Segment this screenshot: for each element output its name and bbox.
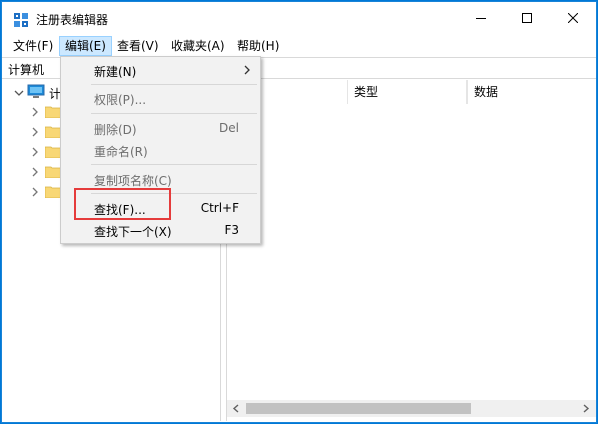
maximize-button[interactable]: [504, 2, 550, 34]
close-button[interactable]: [550, 2, 596, 34]
chevron-right-icon[interactable]: [30, 166, 40, 178]
chevron-right-icon: [583, 404, 590, 413]
chevron-right-icon[interactable]: [30, 126, 40, 138]
menu-edit[interactable]: 编辑(E): [59, 36, 112, 56]
menu-item-permissions: 权限(P)...: [61, 87, 260, 109]
menu-item-new[interactable]: 新建(N): [61, 59, 260, 81]
scroll-left-button[interactable]: [229, 402, 243, 415]
computer-icon: [27, 84, 45, 98]
address-path: 计算机: [8, 63, 45, 77]
menu-separator: [91, 113, 257, 114]
menu-item-shortcut: F3: [224, 223, 239, 237]
scrollbar-thumb[interactable]: [246, 403, 471, 414]
chevron-right-icon[interactable]: [30, 106, 40, 118]
folder-icon: [45, 126, 61, 138]
chevron-right-icon[interactable]: [30, 186, 40, 198]
menu-item-label: 权限(P)...: [94, 93, 147, 107]
chevron-right-icon[interactable]: [30, 146, 40, 158]
find-highlight-annotation: [74, 188, 171, 220]
menu-item-label: 删除(D): [94, 123, 137, 137]
registry-editor-window: 注册表编辑器 文件(F) 编辑(E) 查看(V) 收藏夹(A) 帮助(H) 计算…: [1, 1, 597, 423]
folder-icon: [45, 106, 61, 118]
registry-editor-icon: [14, 13, 28, 27]
menu-item-shortcut: Del: [219, 121, 239, 135]
menu-item-copy-key-name: 复制项名称(C): [61, 168, 260, 190]
close-icon: [568, 13, 578, 23]
window-title: 注册表编辑器: [36, 13, 109, 27]
menu-item-label: 新建(N): [94, 65, 137, 79]
folder-icon: [45, 166, 61, 178]
menu-bar: 文件(F) 编辑(E) 查看(V) 收藏夹(A) 帮助(H): [2, 36, 596, 56]
folder-icon: [45, 146, 61, 158]
column-header-type[interactable]: 类型: [347, 80, 467, 104]
menu-favorites[interactable]: 收藏夹(A): [166, 36, 230, 56]
minimize-button[interactable]: [458, 2, 504, 34]
menu-item-label: 重命名(R): [94, 145, 148, 159]
scroll-right-button[interactable]: [579, 402, 593, 415]
folder-icon: [45, 186, 61, 198]
title-bar[interactable]: 注册表编辑器: [2, 2, 596, 35]
maximize-icon: [522, 13, 532, 23]
menu-separator: [91, 84, 257, 85]
column-header-data[interactable]: 数据: [467, 80, 597, 104]
submenu-arrow-icon: [244, 65, 250, 75]
minimize-icon: [476, 18, 486, 19]
menu-item-shortcut: Ctrl+F: [200, 201, 239, 215]
chevron-left-icon: [232, 404, 239, 413]
menu-item-find-next[interactable]: 查找下一个(X) F3: [61, 219, 260, 241]
menu-item-delete: 删除(D) Del: [61, 117, 260, 139]
horizontal-scrollbar[interactable]: [227, 400, 596, 417]
menu-view[interactable]: 查看(V): [112, 36, 164, 56]
menu-file[interactable]: 文件(F): [8, 36, 58, 56]
menu-item-label: 复制项名称(C): [94, 174, 172, 188]
values-list-pane[interactable]: 类型 数据: [226, 80, 596, 421]
menu-separator: [91, 164, 257, 165]
menu-help[interactable]: 帮助(H): [232, 36, 284, 56]
menu-item-label: 查找下一个(X): [94, 225, 172, 239]
menu-item-rename: 重命名(R): [61, 139, 260, 161]
chevron-down-icon[interactable]: [14, 88, 24, 98]
